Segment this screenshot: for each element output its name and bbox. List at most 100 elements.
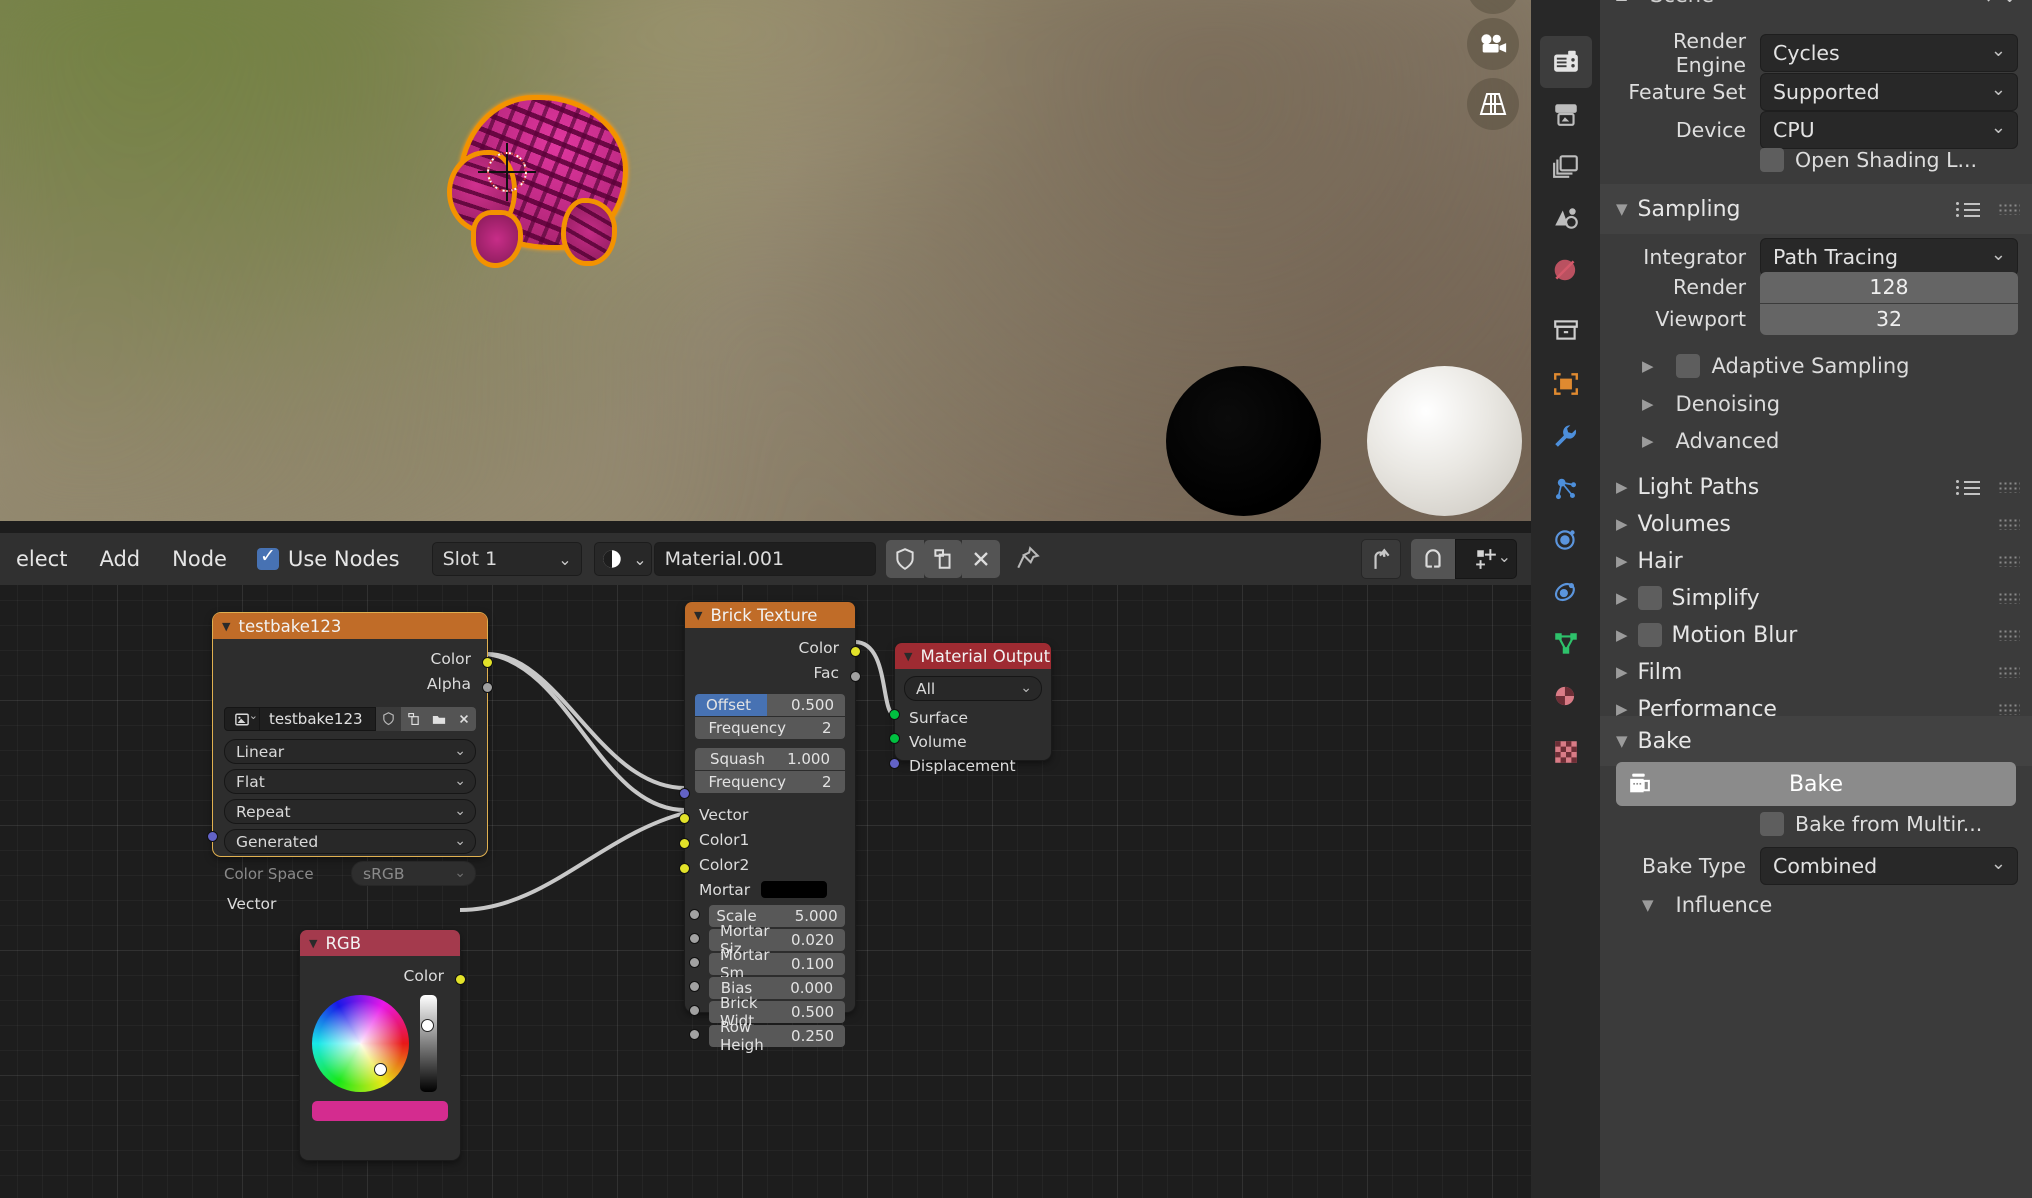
node-input-mortar[interactable]: Mortar	[679, 863, 855, 899]
projection-dropdown[interactable]: Flat ⌄	[224, 769, 476, 794]
node-input-vector[interactable]: Vector	[207, 831, 487, 913]
mortar-smooth-field[interactable]: Mortar Sm 0.100	[689, 946, 845, 982]
value-slider[interactable]	[420, 995, 437, 1092]
3d-viewport[interactable]	[0, 0, 1531, 521]
node-output-color[interactable]: Color	[300, 966, 466, 985]
expand-arrows-icon[interactable]: ↗⌄	[1984, 0, 2018, 7]
properties-tab-scene-icon[interactable]	[1540, 192, 1592, 244]
offset-group[interactable]: Offset 0.500 Frequency 2	[695, 694, 845, 739]
socket-scale[interactable]	[689, 909, 700, 920]
panel-checkbox[interactable]	[1637, 586, 1662, 610]
expand-triangle-icon[interactable]: ▶	[1616, 626, 1628, 644]
socket-mortar-size[interactable]	[689, 933, 700, 944]
properties-tab-collection-icon[interactable]	[1540, 304, 1592, 356]
light-sphere-object[interactable]	[1367, 366, 1522, 516]
color-picker[interactable]	[312, 995, 460, 1092]
properties-tab-particles-icon[interactable]	[1540, 462, 1592, 514]
node-input-displacement[interactable]: Displacement	[889, 756, 1051, 775]
viewport-samples-field[interactable]: 32	[1760, 303, 2018, 335]
mortar-color-swatch[interactable]	[761, 881, 828, 898]
extension-dropdown[interactable]: Repeat ⌄	[224, 799, 476, 824]
expand-triangle-icon[interactable]: ▶	[1616, 589, 1628, 607]
panel-grip-icon[interactable]	[1998, 703, 2020, 715]
properties-tab-constraints-icon[interactable]	[1540, 566, 1592, 618]
expand-triangle-icon[interactable]: ▶	[1616, 478, 1628, 496]
collapse-triangle-icon[interactable]: ▼	[309, 937, 317, 950]
squash-frequency-field[interactable]: Frequency 2	[695, 771, 845, 793]
panel-grip-icon[interactable]	[1998, 629, 2020, 641]
menu-select[interactable]: elect	[0, 547, 83, 571]
node-input-color2[interactable]: Color2	[679, 838, 855, 874]
expand-triangle-icon[interactable]: ▶	[1642, 395, 1654, 413]
properties-tab-data-triangle-icon[interactable]	[1540, 618, 1592, 670]
properties-tab-world-globe-icon[interactable]	[1540, 244, 1592, 296]
socket-alpha[interactable]	[482, 682, 493, 693]
device-dropdown[interactable]: CPU ⌄	[1760, 111, 2018, 149]
bake-from-multires-row[interactable]: Bake from Multir...	[1760, 812, 1982, 836]
expand-triangle-icon[interactable]: ▶	[1642, 432, 1654, 450]
panel-grip-icon[interactable]	[1998, 666, 2020, 678]
bake-button[interactable]: Bake	[1616, 762, 2016, 806]
image-datablock-row[interactable]: ⌄ testbake123	[224, 707, 476, 731]
osl-checkbox[interactable]	[1760, 148, 1784, 172]
new-material-copy-button[interactable]	[923, 540, 962, 578]
socket-color[interactable]	[482, 657, 493, 668]
expand-triangle-icon[interactable]: ▶	[1616, 663, 1628, 681]
bake-from-multires-checkbox[interactable]	[1760, 812, 1784, 836]
properties-editor[interactable]: Scene ↗⌄ Render Engine Cycles ⌄ Feature …	[1531, 0, 2032, 1198]
socket-bias[interactable]	[689, 981, 700, 992]
node-input-surface[interactable]: Surface	[889, 708, 1051, 727]
slot-dropdown[interactable]: Slot 1 ⌄	[431, 542, 582, 576]
snapping-options-dropdown[interactable]: ⌄	[1455, 539, 1517, 579]
panel-grip-icon[interactable]	[1998, 481, 2020, 493]
target-dropdown[interactable]: All ⌄	[904, 676, 1042, 701]
node-header[interactable]: ▼ RGB	[300, 930, 460, 956]
node-rgb[interactable]: ▼ RGB Color	[300, 930, 466, 1160]
expand-triangle-icon[interactable]: ▶	[1616, 515, 1628, 533]
socket-color1[interactable]	[679, 813, 690, 824]
denoising-row[interactable]: ▶ Denoising	[1642, 392, 1780, 416]
collapse-triangle-icon[interactable]: ▼	[222, 620, 230, 633]
color-wheel[interactable]	[312, 995, 409, 1092]
socket-brick-width[interactable]	[689, 1005, 700, 1016]
node-output-fac[interactable]: Fac	[685, 663, 861, 682]
properties-tab-output-printer-icon[interactable]	[1540, 88, 1592, 140]
panel-grip-icon[interactable]	[1998, 518, 2020, 530]
panel-grip-icon[interactable]	[1998, 203, 2020, 215]
properties-tab-object-icon[interactable]	[1540, 358, 1592, 410]
bake-type-dropdown[interactable]: Combined ⌄	[1760, 847, 2018, 885]
socket-color2[interactable]	[679, 838, 690, 849]
image-browse-button[interactable]: ⌄	[224, 707, 260, 731]
material-name-field[interactable]: Material.001	[653, 542, 876, 576]
properties-tab-modifier-wrench-icon[interactable]	[1540, 410, 1592, 462]
bake-type-row[interactable]: Bake Type Combined ⌄	[1600, 841, 2032, 891]
node-input-vector[interactable]: Vector	[679, 788, 855, 824]
node-header[interactable]: ▼ testbake123	[213, 613, 487, 639]
menu-add[interactable]: Add	[83, 547, 156, 571]
node-input-volume[interactable]: Volume	[889, 732, 1051, 751]
interpolation-dropdown[interactable]: Linear ⌄	[224, 739, 476, 764]
socket-mortar[interactable]	[679, 863, 690, 874]
menu-node[interactable]: Node	[156, 547, 243, 571]
adaptive-sampling-checkbox[interactable]	[1675, 354, 1700, 378]
source-dropdown[interactable]: Generated ⌄	[224, 829, 476, 854]
snap-toggle-button[interactable]	[1411, 539, 1455, 579]
value-slider-handle[interactable]	[421, 1019, 434, 1032]
collapse-triangle-icon[interactable]: ▼	[694, 609, 702, 622]
expand-triangle-icon[interactable]: ▼	[1616, 200, 1628, 218]
panel-header-sampling[interactable]: ▼ Sampling	[1600, 184, 2032, 234]
image-unlink-button[interactable]	[451, 707, 476, 731]
viewport-samples-row[interactable]: Viewport 32	[1600, 303, 2032, 335]
camera-view-gizmo-icon[interactable]	[1467, 18, 1519, 70]
panel-grip-icon[interactable]	[1998, 555, 2020, 567]
socket-color[interactable]	[455, 974, 466, 985]
render-samples-row[interactable]: Render 128	[1600, 271, 2032, 303]
socket-volume[interactable]	[889, 733, 900, 744]
offset-slider[interactable]: Offset 0.500	[695, 694, 845, 716]
shield-fake-user-button[interactable]	[885, 540, 924, 578]
socket-surface[interactable]	[889, 709, 900, 720]
rgb-color-swatch[interactable]	[312, 1101, 448, 1121]
use-nodes-checkbox[interactable]	[256, 545, 279, 570]
properties-body[interactable]: Scene ↗⌄ Render Engine Cycles ⌄ Feature …	[1600, 0, 2032, 1198]
properties-tab-render-icon[interactable]	[1540, 36, 1592, 88]
